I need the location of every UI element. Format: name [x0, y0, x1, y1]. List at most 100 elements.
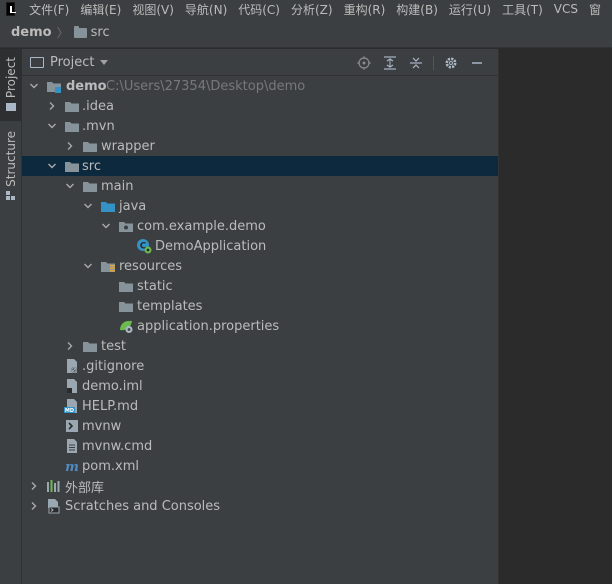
tree-item-demo[interactable]: demo C:\Users\27354\Desktop\demo	[22, 76, 498, 96]
project-tool-tab[interactable]: Project	[0, 49, 22, 121]
tree-item-main[interactable]: main	[22, 176, 498, 196]
tree-item-external-libraries[interactable]: 外部库	[22, 476, 498, 496]
tree-label: .gitignore	[82, 358, 145, 374]
tree-item-help-md[interactable]: MD HELP.md	[22, 396, 498, 416]
collapse-all-icon	[410, 57, 422, 69]
tree-item-wrapper[interactable]: wrapper	[22, 136, 498, 156]
tree-item-application-properties[interactable]: application.properties	[22, 316, 498, 336]
menu-tools[interactable]: 工具(T)	[502, 1, 543, 18]
toolbar-divider	[433, 56, 434, 70]
tree-label: DemoApplication	[155, 238, 267, 254]
project-panel: Project demo C:\Users\27354\Desktop\demo…	[22, 49, 498, 584]
tree-label: .idea	[82, 98, 114, 114]
chevron-right-icon[interactable]	[28, 480, 40, 492]
svg-text:MD: MD	[65, 408, 74, 414]
tree-label: HELP.md	[82, 398, 139, 414]
tree-label: java	[119, 198, 147, 214]
editor-area[interactable]	[498, 49, 612, 584]
tree-label: 外部库	[65, 480, 105, 496]
menu-navigate[interactable]: 导航(N)	[185, 1, 227, 18]
chevron-down-icon[interactable]	[46, 120, 58, 132]
project-tab-label: Project	[4, 57, 18, 99]
menu-build[interactable]: 构建(B)	[396, 1, 438, 18]
chevron-right-icon[interactable]	[46, 100, 58, 112]
menu-code[interactable]: 代码(C)	[238, 1, 280, 18]
expand-all-button[interactable]	[377, 54, 403, 72]
chevron-right-icon[interactable]	[64, 340, 76, 352]
chevron-down-icon[interactable]	[100, 220, 112, 232]
tree-label: mvnw	[82, 418, 122, 434]
tree-item-scratches[interactable]: Scratches and Consoles	[22, 496, 498, 516]
tree-item-package[interactable]: com.example.demo	[22, 216, 498, 236]
structure-icon	[6, 190, 15, 200]
expand-all-icon	[384, 56, 396, 70]
project-view-title[interactable]: Project	[50, 55, 94, 70]
chevron-right-icon[interactable]	[28, 500, 40, 512]
menu-file[interactable]: 文件(F)	[29, 1, 69, 18]
tree-item-static[interactable]: static	[22, 276, 498, 296]
gear-icon	[445, 57, 457, 69]
folder-icon	[64, 98, 80, 114]
tree-label: com.example.demo	[137, 218, 266, 234]
collapse-all-button[interactable]	[403, 54, 429, 72]
tree-label: test	[101, 338, 126, 354]
scratches-icon	[46, 498, 62, 514]
gitignore-file-icon	[64, 358, 80, 374]
breadcrumb-folder[interactable]: src	[91, 25, 110, 40]
folder-icon	[118, 278, 134, 294]
tree-item-test[interactable]: test	[22, 336, 498, 356]
chevron-down-icon[interactable]	[82, 260, 94, 272]
package-icon	[118, 218, 134, 234]
tree-label: Scratches and Consoles	[65, 498, 221, 514]
chevron-down-icon[interactable]	[46, 160, 58, 172]
menu-analyze[interactable]: 分析(Z)	[291, 1, 333, 18]
project-panel-header: Project	[22, 49, 498, 76]
settings-button[interactable]	[438, 54, 464, 72]
menu-bar: 文件(F) 编辑(E) 视图(V) 导航(N) 代码(C) 分析(Z) 重构(R…	[0, 0, 612, 18]
tree-item-pom-xml[interactable]: m pom.xml	[22, 456, 498, 476]
tree-item-idea[interactable]: .idea	[22, 96, 498, 116]
tree-item-mvn[interactable]: .mvn	[22, 116, 498, 136]
panel-toolbar	[351, 54, 490, 72]
text-file-icon	[64, 438, 80, 454]
svg-text:m: m	[65, 460, 79, 473]
tree-label: static	[137, 278, 173, 294]
source-folder-icon	[100, 198, 116, 214]
spring-class-icon: C	[136, 238, 152, 254]
tree-item-resources[interactable]: resources	[22, 256, 498, 276]
chevron-down-icon[interactable]	[28, 80, 40, 92]
tree-item-gitignore[interactable]: .gitignore	[22, 356, 498, 376]
tree-label: wrapper	[101, 138, 155, 154]
tree-item-java[interactable]: java	[22, 196, 498, 216]
menu-run[interactable]: 运行(U)	[449, 1, 491, 18]
folder-icon	[82, 338, 98, 354]
menu-view[interactable]: 视图(V)	[132, 1, 174, 18]
structure-tab-label: Structure	[4, 131, 18, 187]
spring-properties-icon	[118, 318, 134, 334]
tree-item-mvnw[interactable]: mvnw	[22, 416, 498, 436]
chevron-right-icon[interactable]	[64, 140, 76, 152]
menu-edit[interactable]: 编辑(E)	[80, 1, 121, 18]
folder-icon	[6, 103, 16, 112]
tree-item-templates[interactable]: templates	[22, 296, 498, 316]
tree-item-mvnw-cmd[interactable]: mvnw.cmd	[22, 436, 498, 456]
folder-icon	[64, 118, 80, 134]
chevron-down-icon[interactable]	[64, 180, 76, 192]
menu-vcs[interactable]: VCS	[554, 2, 578, 16]
breadcrumb-project[interactable]: demo	[11, 25, 52, 40]
chevron-down-icon[interactable]	[82, 200, 94, 212]
locate-file-button[interactable]	[351, 54, 377, 72]
tree-item-demo-iml[interactable]: demo.iml	[22, 376, 498, 396]
menu-refactor[interactable]: 重构(R)	[344, 1, 386, 18]
resources-folder-icon	[100, 258, 116, 274]
tree-label: mvnw.cmd	[82, 438, 153, 454]
tree-item-src[interactable]: src	[22, 156, 498, 176]
structure-tool-tab[interactable]: Structure	[0, 127, 22, 202]
menu-window[interactable]: 窗	[589, 1, 601, 18]
shell-script-icon	[64, 418, 80, 434]
folder-icon	[82, 138, 98, 154]
tree-item-demo-application[interactable]: C DemoApplication	[22, 236, 498, 256]
hide-panel-button[interactable]	[464, 54, 490, 72]
chevron-down-icon[interactable]	[100, 59, 109, 65]
folder-icon	[73, 25, 87, 38]
